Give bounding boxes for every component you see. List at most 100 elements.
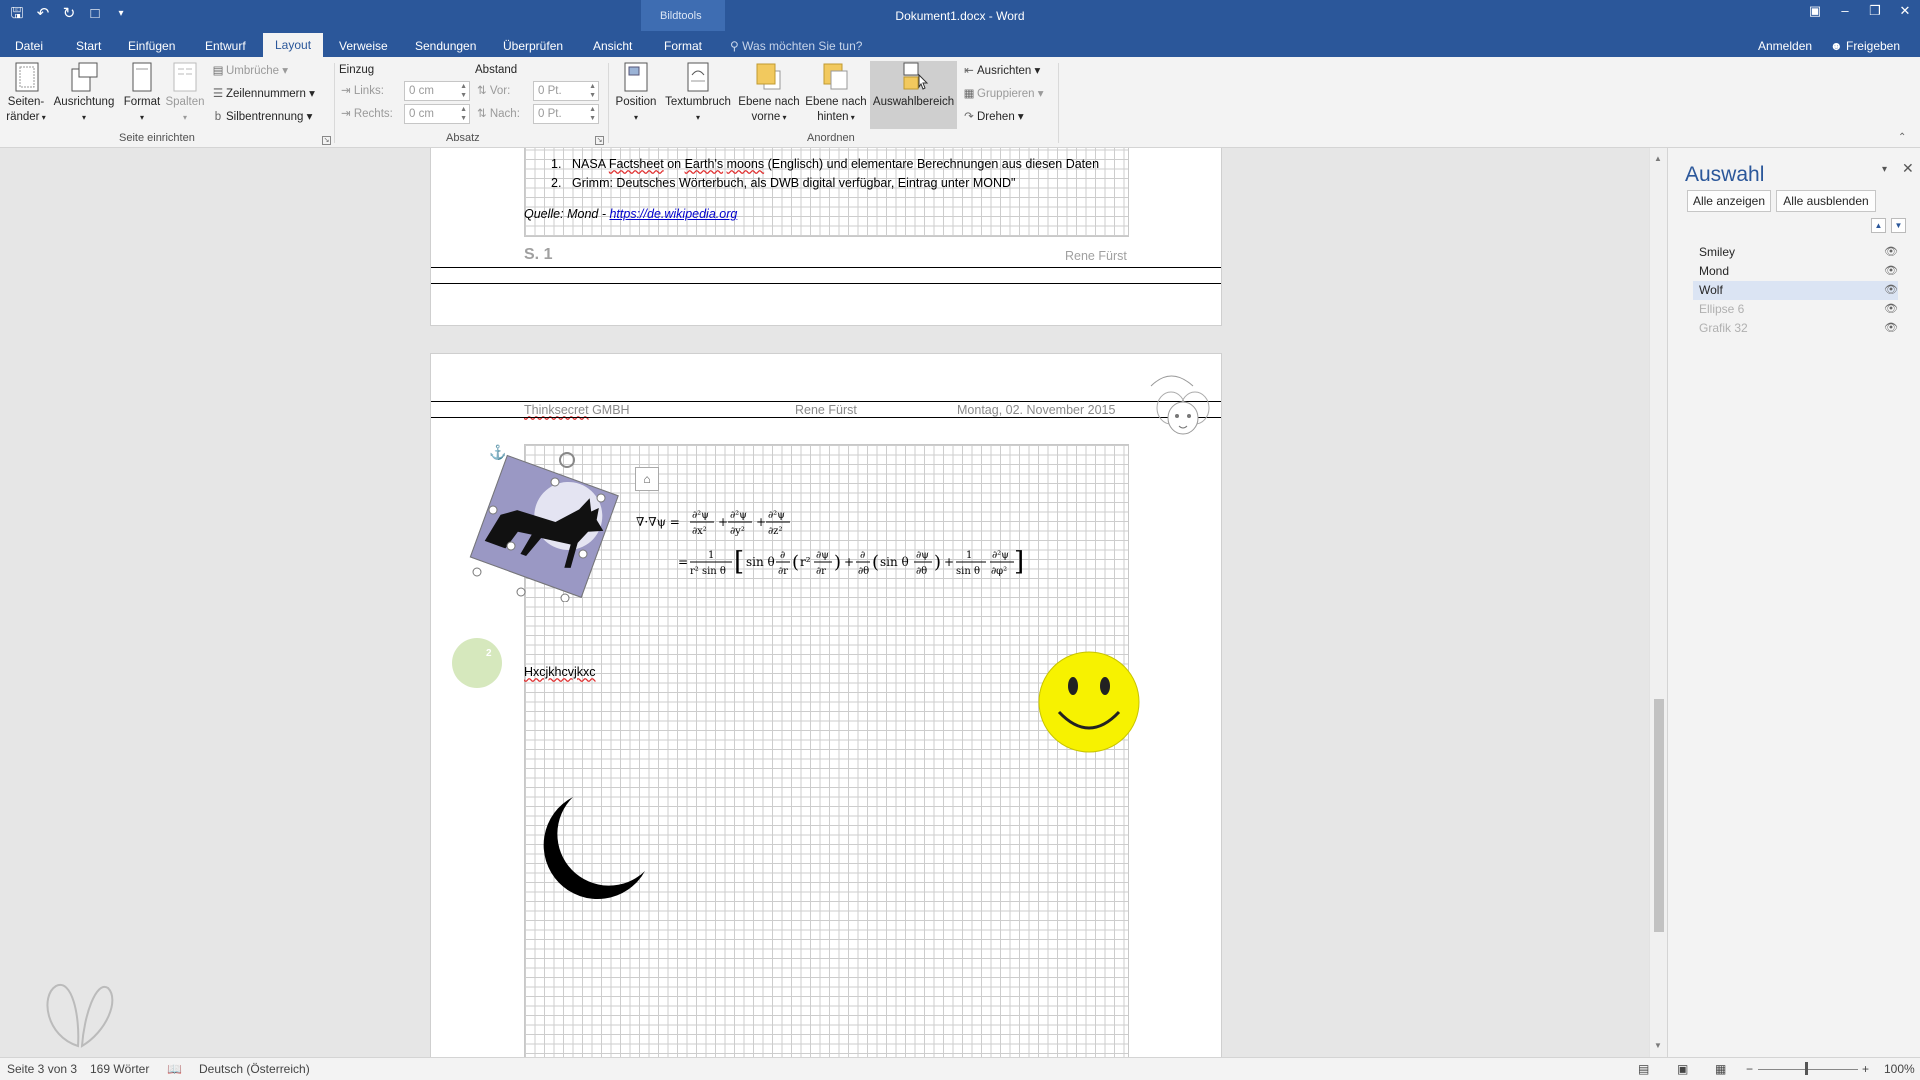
show-all-button[interactable]: Alle anzeigen: [1687, 190, 1771, 212]
eye-icon[interactable]: 👁: [1884, 243, 1898, 262]
zoom-in-button[interactable]: +: [1862, 1062, 1869, 1076]
tab-format[interactable]: Format: [664, 35, 702, 57]
align-label: Ausrichten: [977, 65, 1032, 77]
collapse-ribbon-icon[interactable]: ⌃: [1898, 132, 1906, 143]
web-layout-icon[interactable]: ▦: [1715, 1062, 1726, 1076]
share-button[interactable]: ☻ Freigeben: [1830, 35, 1900, 57]
svg-text:): ): [934, 552, 941, 573]
bring-forward-icon: [756, 63, 781, 90]
eye-icon[interactable]: 👁: [1884, 319, 1898, 338]
eye-icon[interactable]: 👁: [1884, 281, 1898, 300]
anchor-icon: ⚓: [489, 444, 507, 460]
tell-me-box[interactable]: ⚲ Was möchten Sie tun?: [730, 35, 862, 57]
send-backward-icon: [823, 63, 848, 90]
wrap-text-button[interactable]: Textumbruch ▾: [662, 61, 734, 125]
redo-icon[interactable]: ↻: [58, 3, 80, 25]
columns-button[interactable]: Spalten ▾: [163, 61, 207, 125]
ellipse-shape[interactable]: [452, 638, 502, 688]
vertical-scrollbar[interactable]: ▲ ▼: [1649, 148, 1667, 1057]
tab-verweise[interactable]: Verweise: [339, 35, 388, 57]
bring-forward-button[interactable]: Ebene nach vorne ▾: [736, 61, 802, 125]
tab-layout[interactable]: Layout: [263, 33, 324, 57]
zoom-level[interactable]: 100%: [1884, 1062, 1915, 1076]
read-mode-icon[interactable]: ▤: [1638, 1062, 1649, 1076]
breaks-button[interactable]: ▤ Umbrüche ▾: [210, 61, 288, 81]
spacing-before-field[interactable]: 0 Pt. ▲ ▼: [533, 81, 599, 101]
bring-forward-icon[interactable]: ▲: [1871, 218, 1886, 233]
orientation-button[interactable]: Ausrichtung ▾: [50, 61, 118, 125]
customize-icon[interactable]: ▾: [110, 3, 132, 25]
save-icon[interactable]: 🖫: [6, 3, 28, 25]
tab-ansicht[interactable]: Ansicht: [593, 35, 632, 57]
spacing-after-field[interactable]: 0 Pt. ▲ ▼: [533, 104, 599, 124]
margins-label-1: Seiten-: [7, 96, 45, 108]
close-icon[interactable]: ✕: [1890, 0, 1920, 22]
position-icon: [624, 62, 648, 92]
selection-pane-button[interactable]: Auswahlbereich: [870, 61, 957, 129]
zoom-slider-thumb[interactable]: [1805, 1062, 1808, 1075]
tab-start[interactable]: Start: [76, 35, 101, 57]
minimize-icon[interactable]: –: [1830, 0, 1860, 22]
tab-einfuegen[interactable]: Einfügen: [128, 35, 175, 57]
new-doc-icon[interactable]: □: [84, 3, 106, 25]
page-setup-launcher-icon[interactable]: ↘: [322, 136, 331, 145]
selection-item-mond[interactable]: Mond 👁: [1693, 262, 1898, 281]
hyphenation-button[interactable]: b Silbentrennung ▾: [210, 107, 313, 127]
selection-item-smiley[interactable]: Smiley 👁: [1693, 243, 1898, 262]
position-button[interactable]: Position ▾: [612, 61, 660, 125]
selection-item-grafik-32[interactable]: Grafik 32 👁: [1693, 319, 1898, 338]
equation-symbol: ∇·∇ψ =: [636, 515, 680, 529]
tab-entwurf[interactable]: Entwurf: [205, 35, 246, 57]
hide-all-button[interactable]: Alle ausblenden: [1776, 190, 1876, 212]
restore-icon[interactable]: ❐: [1860, 0, 1890, 22]
undo-icon[interactable]: ↶: [32, 3, 54, 25]
signin-link[interactable]: Anmelden: [1758, 35, 1812, 57]
wolf-picture[interactable]: [463, 442, 623, 602]
ribbon-display-icon[interactable]: ▣: [1800, 0, 1830, 22]
svg-text:1: 1: [708, 550, 714, 561]
margins-button[interactable]: Seiten- ränder ▾: [4, 61, 48, 125]
tab-sendungen[interactable]: Sendungen: [415, 35, 476, 57]
status-page[interactable]: Seite 3 von 3: [7, 1062, 77, 1076]
source-link[interactable]: https://de.wikipedia.org: [609, 207, 737, 221]
eye-icon[interactable]: 👁: [1884, 262, 1898, 281]
size-button[interactable]: Format ▾: [120, 61, 164, 125]
align-button[interactable]: ⇤ Ausrichten ▾: [961, 61, 1040, 81]
layout-options-icon[interactable]: ⌂: [635, 467, 659, 491]
zoom-slider[interactable]: [1758, 1069, 1858, 1070]
eye-icon[interactable]: 👁: [1884, 300, 1898, 319]
smiley-shape[interactable]: [1037, 650, 1141, 754]
scroll-down-icon[interactable]: ▼: [1654, 1041, 1662, 1050]
send-backward-label-2: hinten: [817, 111, 849, 123]
pane-options-icon[interactable]: ▾: [1882, 164, 1887, 175]
tab-datei[interactable]: Datei: [15, 35, 43, 57]
group-objects-button[interactable]: ▦ Gruppieren ▾: [961, 84, 1044, 104]
scrollbar-thumb[interactable]: [1654, 699, 1664, 932]
pane-close-icon[interactable]: ✕: [1902, 160, 1914, 177]
list-number-2: 2.: [551, 176, 562, 190]
indent-left-field[interactable]: 0 cm ▲ ▼: [404, 81, 470, 101]
laplace-equation[interactable]: ∇·∇ψ = ∂²ψ ∂x² + ∂²ψ ∂y² + ∂²ψ ∂z² = 1 r² si…: [634, 504, 1024, 584]
wrap-text-label: Textumbruch: [665, 96, 731, 108]
scroll-up-icon[interactable]: ▲: [1654, 154, 1662, 163]
header-date: Montag, 02. November 2015: [957, 403, 1116, 417]
group-label: Gruppieren: [977, 88, 1035, 100]
status-words[interactable]: 169 Wörter: [90, 1062, 149, 1076]
selection-item-wolf[interactable]: Wolf 👁: [1693, 281, 1898, 300]
selection-item-ellipse-6[interactable]: Ellipse 6 👁: [1693, 300, 1898, 319]
wrap-text-icon: [687, 62, 709, 92]
paragraph-launcher-icon[interactable]: ↘: [595, 136, 604, 145]
send-backward-icon[interactable]: ▼: [1891, 218, 1906, 233]
print-layout-icon[interactable]: ▣: [1677, 1062, 1688, 1076]
tab-ueberpruefen[interactable]: Überprüfen: [503, 35, 563, 57]
zoom-out-button[interactable]: −: [1746, 1062, 1753, 1076]
indent-right-field[interactable]: 0 cm ▲ ▼: [404, 104, 470, 124]
moon-shape[interactable]: [529, 789, 649, 909]
rotate-button[interactable]: ↷ Drehen ▾: [961, 107, 1024, 127]
proofing-icon[interactable]: 📖: [167, 1062, 182, 1076]
send-backward-button[interactable]: Ebene nach hinten ▾: [803, 61, 869, 125]
svg-text:∂y²: ∂y²: [730, 526, 745, 537]
send-backward-label-1: Ebene nach: [805, 96, 867, 108]
status-language[interactable]: Deutsch (Österreich): [199, 1062, 310, 1076]
line-numbers-button[interactable]: ☰ Zeilennummern ▾: [210, 84, 315, 104]
